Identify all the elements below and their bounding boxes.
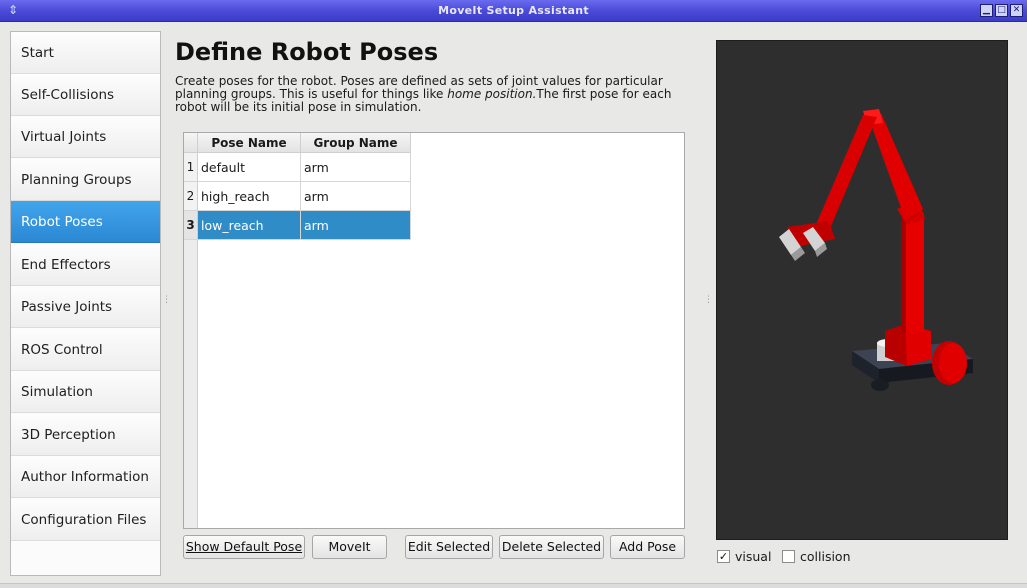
cell-pose-name[interactable]: default [198, 153, 301, 182]
robot-lower-arm [906, 213, 924, 333]
splitter-handle[interactable]: ⋮ [704, 296, 713, 305]
show-default-pose-button[interactable]: Show Default Pose [183, 535, 305, 559]
maximize-icon[interactable]: □ [995, 4, 1008, 17]
visual-checkbox-label: visual [735, 549, 772, 564]
collision-checkbox[interactable]: collision [782, 549, 851, 564]
check-icon[interactable]: ✓ [717, 550, 730, 563]
description-emphasis: home position. [447, 87, 537, 101]
cell-group-name[interactable]: arm [301, 211, 411, 240]
cell-group-name[interactable]: arm [301, 153, 411, 182]
sidebar-item-configuration-files[interactable]: Configuration Files [11, 499, 160, 541]
sidebar-item-passive-joints[interactable]: Passive Joints [11, 286, 160, 328]
cell-group-name[interactable]: arm [301, 182, 411, 211]
sidebar-item-author-information[interactable]: Author Information [11, 456, 160, 498]
splitter-handle[interactable]: ⋮ [162, 296, 171, 305]
robot-forearm [815, 115, 877, 231]
add-pose-button-label: Add Pose [618, 539, 677, 554]
edit-selected-button[interactable]: Edit Selected [405, 535, 493, 559]
robot-upper-arm [867, 113, 923, 219]
row-number[interactable]: 3 [184, 211, 198, 240]
minimize-icon[interactable]: ▁ [980, 4, 993, 17]
sidebar-nav: Start Self-Collisions Virtual Joints Pla… [10, 31, 161, 576]
robot-wheel-face [939, 343, 967, 383]
sidebar-item-self-collisions[interactable]: Self-Collisions [11, 74, 160, 116]
cell-pose-name[interactable]: high_reach [198, 182, 301, 211]
sidebar-item-robot-poses[interactable]: Robot Poses [11, 201, 160, 243]
robot-caster [871, 379, 889, 391]
table-corner[interactable] [184, 133, 198, 153]
delete-selected-button-label: Delete Selected [501, 539, 602, 554]
sidebar-item-start[interactable]: Start [11, 32, 160, 74]
moveit-button[interactable]: MoveIt [312, 535, 387, 559]
row-number[interactable]: 1 [184, 153, 198, 182]
checkbox-empty-icon[interactable] [782, 550, 795, 563]
sidebar-item-virtual-joints[interactable]: Virtual Joints [11, 116, 160, 158]
status-bar [0, 583, 1027, 588]
robot-model [779, 109, 973, 391]
window-titlebar[interactable]: ⇕ MoveIt Setup Assistant ▁ □ ✕ [0, 0, 1027, 22]
poses-table[interactable]: Pose Name Group Name 1 default arm 2 hig… [183, 132, 685, 529]
show-default-pose-button-label: Show Default Pose [185, 539, 303, 554]
visual-checkbox[interactable]: ✓ visual [717, 549, 771, 564]
close-icon[interactable]: ✕ [1010, 4, 1023, 17]
moveit-button-label: MoveIt [328, 539, 371, 554]
sidebar-item-end-effectors[interactable]: End Effectors [11, 244, 160, 286]
sidebar-item-simulation[interactable]: Simulation [11, 371, 160, 413]
delete-selected-button[interactable]: Delete Selected [499, 535, 604, 559]
column-header-group-name[interactable]: Group Name [301, 133, 411, 153]
sidebar-item-ros-control[interactable]: ROS Control [11, 329, 160, 371]
row-number[interactable]: 2 [184, 182, 198, 211]
add-pose-button[interactable]: Add Pose [610, 535, 685, 559]
robot-lower-arm-side [901, 216, 906, 333]
cell-pose-name[interactable]: low_reach [198, 211, 301, 240]
robot-3d-viewer[interactable] [716, 40, 1008, 540]
collision-checkbox-label: collision [800, 549, 851, 564]
sidebar-item-planning-groups[interactable]: Planning Groups [11, 159, 160, 201]
sidebar-item-3d-perception[interactable]: 3D Perception [11, 414, 160, 456]
page-description: Create poses for the robot. Poses are de… [175, 75, 695, 114]
column-header-pose-name[interactable]: Pose Name [198, 133, 301, 153]
window-title: MoveIt Setup Assistant [438, 4, 589, 17]
page-title: Define Robot Poses [175, 38, 439, 66]
edit-selected-button-label: Edit Selected [407, 539, 491, 554]
